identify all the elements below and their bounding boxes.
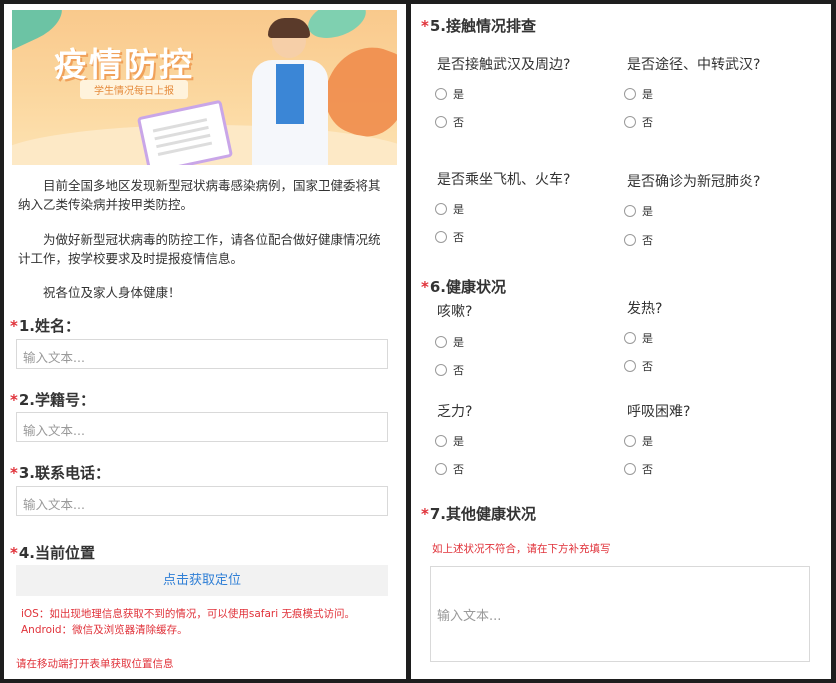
- intro-paragraph-1: 目前全国多地区发现新型冠状病毒感染病例，国家卫健委将其纳入乙类传染病并按甲类防控…: [18, 178, 381, 212]
- radio-yes[interactable]: 是: [435, 201, 464, 217]
- intro-paragraph-2: 为做好新型冠状病毒的防控工作，请各位配合做好健康情况统计工作，按学校要求及时提报…: [18, 232, 381, 266]
- q5-sub-question: 是否乘坐飞机、火车?: [437, 172, 571, 188]
- required-mark: *: [10, 544, 18, 562]
- required-mark: *: [10, 317, 18, 335]
- q5-sub-question: 是否途径、中转武汉?: [627, 57, 761, 73]
- question-1-label: *1.姓名：: [10, 317, 80, 335]
- android-tip: Android：微信及浏览器清除缓存。: [21, 624, 188, 636]
- radio-circle-icon: [435, 435, 447, 447]
- clipboard-illustration: [136, 99, 234, 165]
- required-mark: *: [421, 505, 429, 523]
- q6-sub-question: 呼吸困难?: [627, 404, 691, 420]
- question-6-label: *6.健康状况: [421, 278, 506, 296]
- radio-no[interactable]: 否: [624, 232, 653, 248]
- radio-no[interactable]: 否: [435, 114, 464, 130]
- radio-circle-icon: [435, 88, 447, 100]
- other-health-textarea[interactable]: 输入文本...: [430, 566, 810, 662]
- doctor-shirt: [276, 64, 304, 124]
- radio-circle-icon: [435, 364, 447, 376]
- radio-yes[interactable]: 是: [624, 86, 653, 102]
- radio-circle-icon: [624, 205, 636, 217]
- radio-circle-icon: [624, 360, 636, 372]
- required-mark: *: [10, 464, 18, 482]
- q5-sub-question: 是否接触武汉及周边?: [437, 57, 571, 73]
- student-id-input[interactable]: 输入文本...: [16, 412, 388, 442]
- radio-yes[interactable]: 是: [435, 86, 464, 102]
- radio-circle-icon: [624, 234, 636, 246]
- required-mark: *: [421, 278, 429, 296]
- radio-circle-icon: [624, 463, 636, 475]
- q6-sub-question: 乏力?: [437, 404, 473, 420]
- banner-title: 疫情防控: [54, 45, 194, 84]
- radio-circle-icon: [435, 231, 447, 243]
- location-warning: 请在移动端打开表单获取位置信息: [16, 658, 174, 670]
- question-2-label: *2.学籍号：: [10, 391, 95, 409]
- radio-circle-icon: [435, 336, 447, 348]
- radio-no[interactable]: 否: [624, 461, 653, 477]
- radio-circle-icon: [435, 203, 447, 215]
- phone-input[interactable]: 输入文本...: [16, 486, 388, 516]
- q6-sub-question: 发热?: [627, 301, 663, 317]
- radio-no[interactable]: 否: [435, 461, 464, 477]
- required-mark: *: [421, 17, 429, 35]
- radio-no[interactable]: 否: [624, 114, 653, 130]
- form-left-panel: 疫情防控 学生情况每日上报 目前全国多地区发现新型冠状病毒感染病例，国家卫健委将…: [4, 4, 406, 679]
- radio-yes[interactable]: 是: [435, 334, 464, 350]
- doctor-hair: [268, 18, 310, 38]
- q6-sub-question: 咳嗽?: [437, 304, 473, 320]
- radio-no[interactable]: 否: [435, 362, 464, 378]
- ios-tip: iOS：如出现地理信息获取不到的情况，可以使用safari 无痕模式访问。: [21, 608, 355, 620]
- radio-yes[interactable]: 是: [624, 203, 653, 219]
- radio-yes[interactable]: 是: [624, 330, 653, 346]
- banner-subtitle: 学生情况每日上报: [80, 80, 188, 99]
- name-input[interactable]: 输入文本...: [16, 339, 388, 369]
- radio-circle-icon: [624, 435, 636, 447]
- question-3-label: *3.联系电话：: [10, 464, 110, 482]
- q5-sub-question: 是否确诊为新冠肺炎?: [627, 174, 761, 190]
- question-4-label: *4.当前位置: [10, 544, 95, 562]
- radio-no[interactable]: 否: [624, 358, 653, 374]
- question-7-label: *7.其他健康状况: [421, 505, 536, 523]
- header-banner: 疫情防控 学生情况每日上报: [12, 10, 397, 165]
- required-mark: *: [10, 391, 18, 409]
- radio-yes[interactable]: 是: [435, 433, 464, 449]
- q7-hint: 如上述状况不符合，请在下方补充填写: [432, 543, 611, 555]
- radio-circle-icon: [435, 463, 447, 475]
- radio-circle-icon: [624, 116, 636, 128]
- radio-yes[interactable]: 是: [624, 433, 653, 449]
- radio-circle-icon: [435, 116, 447, 128]
- radio-circle-icon: [624, 88, 636, 100]
- form-right-panel: *5.接触情况排查 是否接触武汉及周边? 是 否 是否途径、中转武汉? 是 否 …: [411, 4, 831, 679]
- radio-circle-icon: [624, 332, 636, 344]
- leaf-decoration: [302, 10, 372, 46]
- intro-paragraph-3: 祝各位及家人身体健康！: [43, 285, 181, 300]
- radio-no[interactable]: 否: [435, 229, 464, 245]
- question-5-label: *5.接触情况排查: [421, 17, 536, 35]
- get-location-button[interactable]: 点击获取定位: [16, 565, 388, 596]
